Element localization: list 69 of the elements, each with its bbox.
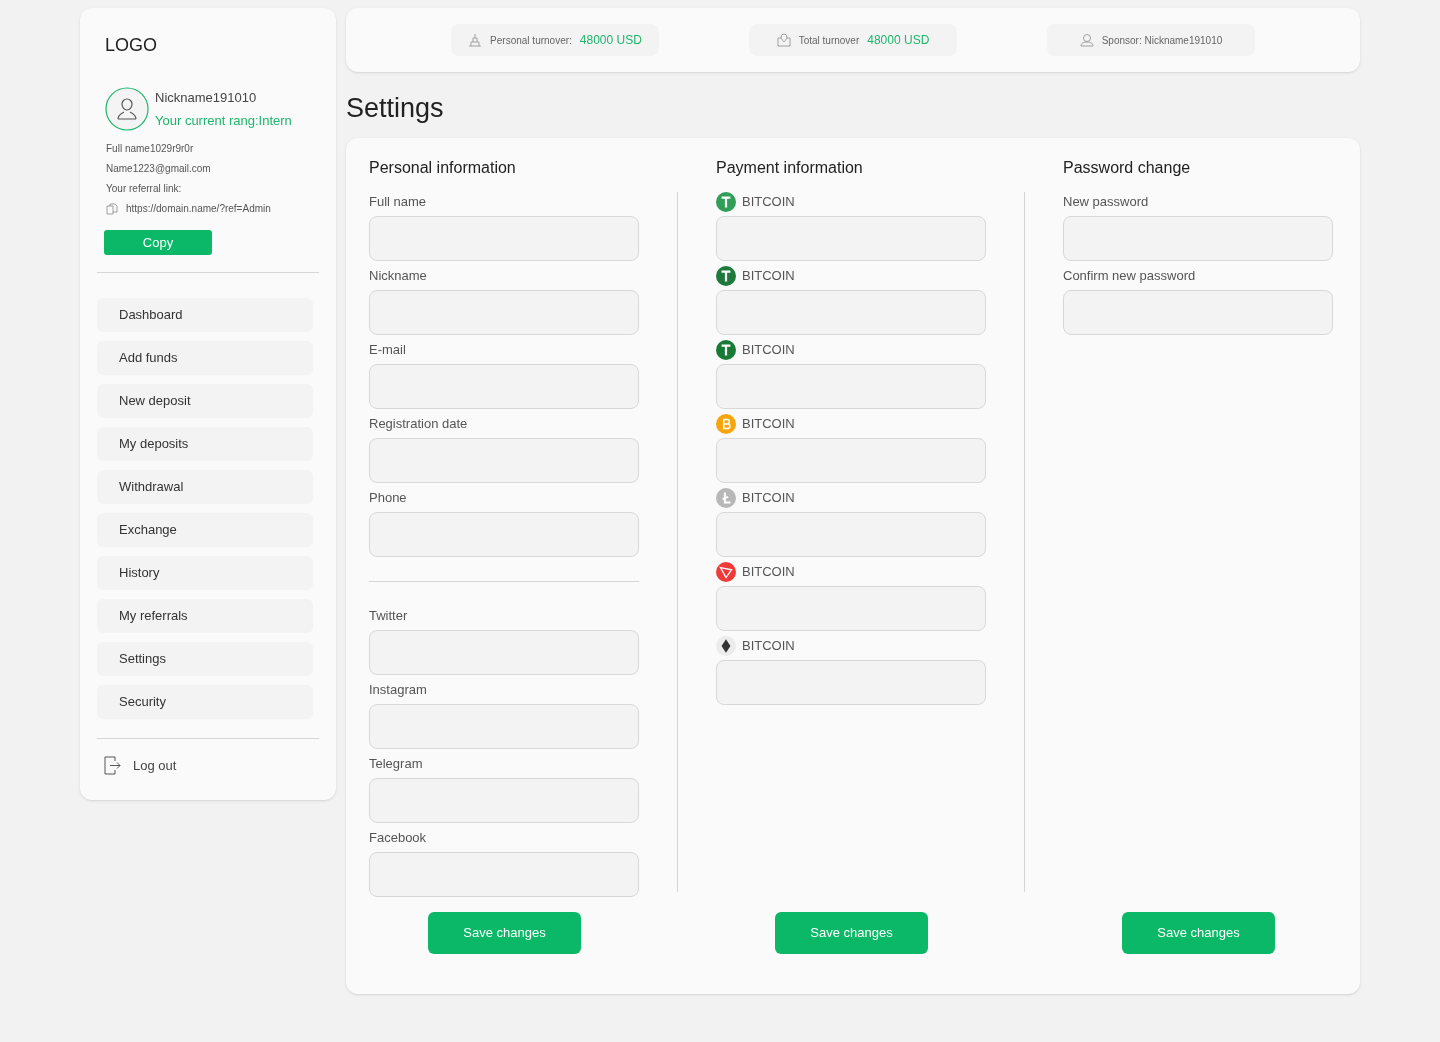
field-label: BITCOIN: [742, 340, 795, 359]
referral-label: Your referral link:: [106, 182, 182, 196]
field-label: New password: [1063, 192, 1149, 211]
user-nickname: Nickname191010: [155, 88, 258, 107]
field-label: BITCOIN: [742, 192, 795, 211]
input-field[interactable]: [369, 703, 639, 749]
user-rank: Your current rang:Intern: [155, 112, 292, 130]
logout-link[interactable]: Log out: [104, 756, 177, 776]
user-icon: [1079, 33, 1094, 47]
nav-item[interactable]: New deposit: [97, 384, 313, 418]
input-field[interactable]: [369, 289, 639, 335]
input-field[interactable]: [716, 511, 986, 557]
input-field[interactable]: [716, 215, 986, 261]
page-title: Settings: [346, 92, 444, 125]
input-field[interactable]: [716, 363, 986, 409]
field-label: Registration date: [369, 414, 468, 433]
section-heading: Password change: [1063, 157, 1191, 176]
user-avatar-icon: [105, 87, 149, 131]
field-label: Instagram: [369, 680, 427, 699]
nav-item[interactable]: History: [97, 556, 313, 590]
user-email: Name1223@gmail.com: [106, 162, 211, 176]
input-field[interactable]: [716, 659, 986, 705]
nav-item[interactable]: Withdrawal: [97, 470, 313, 504]
nav-item[interactable]: My deposits: [97, 427, 313, 461]
referral-link[interactable]: https://domain.name/?ref=Admin: [126, 201, 271, 216]
stat-label: Personal turnover:: [490, 33, 572, 48]
field-label: BITCOIN: [742, 562, 795, 581]
input-field[interactable]: [716, 585, 986, 631]
stat-label: Total turnover: [798, 33, 860, 48]
nav-item[interactable]: Settings: [97, 642, 313, 676]
field-label: BITCOIN: [742, 266, 795, 285]
podium-icon: [468, 33, 483, 47]
pin-icon: [776, 33, 791, 47]
nav-item[interactable]: Security: [97, 685, 313, 719]
nav-item[interactable]: My referrals: [97, 599, 313, 633]
user-full-name: Full name1029r9r0r: [106, 142, 194, 156]
input-field[interactable]: [369, 215, 639, 261]
input-field[interactable]: [369, 629, 639, 675]
field-label: Nickname: [369, 266, 427, 285]
field-label: Twitter: [369, 606, 408, 625]
field-label: BITCOIN: [742, 414, 795, 433]
input-field[interactable]: [369, 851, 639, 897]
nav-item[interactable]: Add funds: [97, 341, 313, 375]
stat-value: 48000 USD: [579, 32, 642, 49]
stat-value: 48000 USD: [867, 32, 930, 49]
input-field[interactable]: [716, 437, 986, 483]
logo-text: LOGO: [104, 34, 157, 57]
input-field[interactable]: [369, 363, 639, 409]
nav-item[interactable]: Exchange: [97, 513, 313, 547]
logout-icon: [104, 756, 121, 776]
section-heading: Payment information: [716, 157, 863, 176]
section-heading: Personal information: [369, 157, 516, 176]
field-label: BITCOIN: [742, 636, 795, 655]
input-field[interactable]: [369, 437, 639, 483]
field-label: E-mail: [369, 340, 406, 359]
field-label: Telegram: [369, 754, 423, 773]
field-label: Facebook: [369, 828, 427, 847]
field-label: Phone: [369, 488, 407, 507]
document-icon: [106, 202, 118, 215]
input-field[interactable]: [1063, 289, 1333, 335]
field-label: Confirm new password: [1063, 266, 1196, 285]
input-field[interactable]: [716, 289, 986, 335]
nav-item[interactable]: Dashboard: [97, 298, 313, 332]
input-field[interactable]: [369, 511, 639, 557]
input-field[interactable]: [1063, 215, 1333, 261]
field-label: BITCOIN: [742, 488, 795, 507]
input-field[interactable]: [369, 777, 639, 823]
field-label: Full name: [369, 192, 427, 211]
stat-label: Sponsor: Nickname191010: [1101, 33, 1223, 48]
